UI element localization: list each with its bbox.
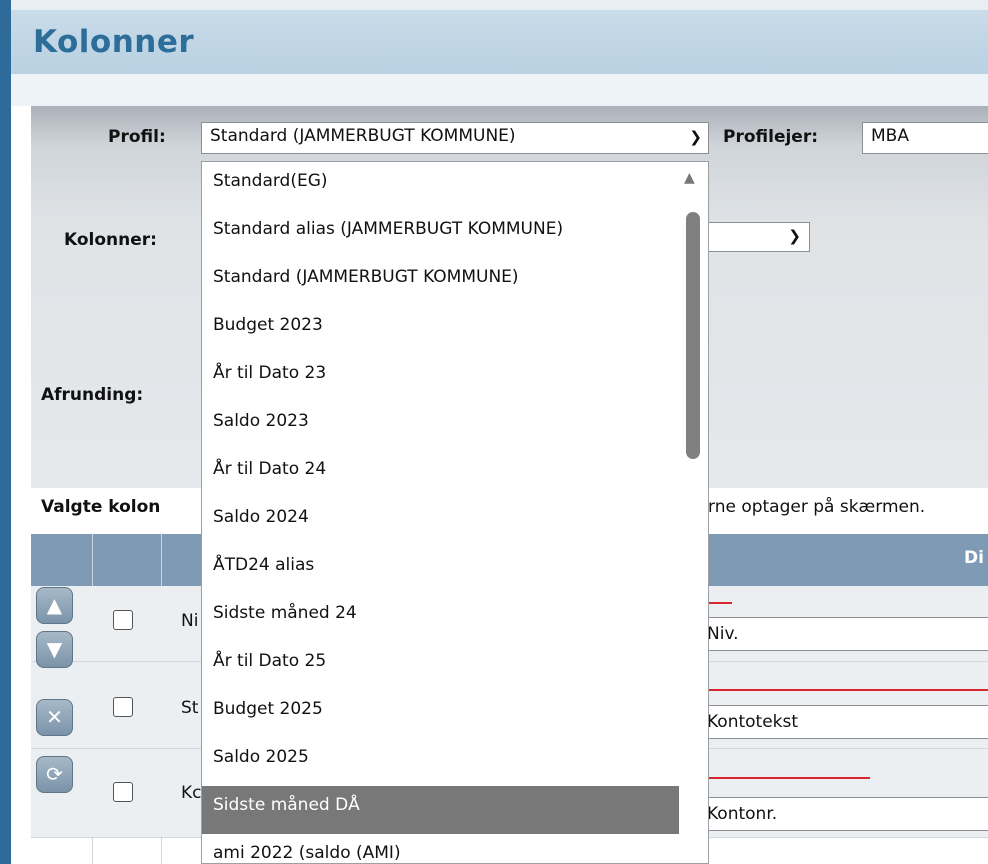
selected-columns-heading: Valgte kolon [41,497,161,517]
dropdown-option[interactable]: ÅTD24 alias [202,546,679,594]
title-bar: Kolonner [11,0,988,74]
dropdown-option[interactable]: Budget 2025 [202,690,679,738]
move-down-button[interactable]: ▼ [36,631,73,668]
dropdown-scrollbar[interactable]: ▲ [679,162,708,863]
dropdown-option[interactable]: ami 2022 (saldo (AMI) [202,834,679,863]
profilejer-label: Profilejer: [723,127,819,147]
row-name-input-value: Kontonr. [707,804,778,824]
dropdown-option-label: ami 2022 (saldo (AMI) [213,843,401,863]
dropdown-option-label: År til Dato 24 [213,459,327,479]
row-name: Ni [181,611,199,631]
profil-label: Profil: [108,127,166,147]
required-indicator [700,777,870,779]
separator-band [11,74,988,106]
scrollbar-thumb[interactable] [686,212,700,459]
arrow-down-icon: ▼ [46,637,63,661]
profilejer-value: MBA [871,126,909,146]
dropdown-option-label: Standard (JAMMERBUGT KOMMUNE) [213,267,519,287]
kolonner-label: Kolonner: [64,230,157,250]
profilejer-field[interactable]: MBA [862,122,988,154]
row-checkbox[interactable] [113,782,133,802]
dropdown-option[interactable]: Saldo 2025 [202,738,679,786]
row-name-input-value: Niv. [707,624,739,644]
move-up-button[interactable]: ▲ [36,587,73,624]
dropdown-option-label: Sidste måned 24 [213,603,357,623]
selected-columns-note: rne optager på skærmen. [708,497,926,517]
page-title: Kolonner [33,24,195,60]
dropdown-option[interactable]: Budget 2023 [202,306,679,354]
dropdown-option[interactable]: Sidste måned 24 [202,594,679,642]
dropdown-option[interactable]: Saldo 2024 [202,498,679,546]
dropdown-option-label: Saldo 2023 [213,411,309,431]
dropdown-option-label: Sidste måned DÅ [213,795,360,815]
profil-dropdown-list[interactable]: ami 2022 (saldo (AMI) Sidste måned DÅ Sald… [201,161,709,864]
dropdown-option-label: Budget 2025 [213,699,323,719]
arrow-up-icon: ▲ [46,593,63,617]
chevron-down-icon: ❯ [689,128,702,146]
dropdown-option-label: Standard alias (JAMMERBUGT KOMMUNE) [213,219,564,239]
dropdown-option[interactable]: Sidste måned DÅ [202,786,679,834]
row-name-input[interactable]: Niv. [700,617,988,651]
profil-select-value: Standard (JAMMERBUGT KOMMUNE) [210,126,516,146]
afrunding-label: Afrunding: [41,385,144,405]
scroll-up-arrow-icon[interactable]: ▲ [684,170,695,186]
remove-button[interactable]: ✕ [36,699,73,736]
dropdown-option[interactable]: År til Dato 25 [202,642,679,690]
dropdown-option-label: År til Dato 23 [213,363,327,383]
dropdown-option-label: Budget 2023 [213,315,323,335]
row-name: Kc [181,783,202,803]
dropdown-option[interactable]: År til Dato 23 [202,354,679,402]
dropdown-option[interactable]: Standard alias (JAMMERBUGT KOMMUNE) [202,210,679,258]
row-name-input[interactable]: Kontotekst [700,705,988,739]
dropdown-option-label: Saldo 2024 [213,507,309,527]
dropdown-option-label: ÅTD24 alias [213,555,315,575]
dropdown-option[interactable]: År til Dato 24 [202,450,679,498]
dropdown-option[interactable]: Standard(EG) [202,162,679,210]
row-name-input-value: Kontotekst [707,712,799,732]
reset-button[interactable]: ⟳ [36,756,73,793]
row-checkbox[interactable] [113,610,133,630]
required-indicator [700,689,988,691]
left-accent-bar [0,0,11,864]
close-icon: ✕ [46,705,63,729]
chevron-down-icon: ❯ [788,227,801,245]
dropdown-option-label: År til Dato 25 [213,651,327,671]
row-name: St [181,698,199,718]
refresh-icon: ⟳ [46,762,63,786]
profil-select[interactable]: Standard (JAMMERBUGT KOMMUNE) ❯ [201,122,709,154]
dropdown-option-label: Saldo 2025 [213,747,309,767]
dropdown-option[interactable]: Standard (JAMMERBUGT KOMMUNE) [202,258,679,306]
row-name-input[interactable]: Kontonr. [700,797,988,831]
header-cell-di: Di [964,548,984,568]
row-checkbox[interactable] [113,697,133,717]
dropdown-option[interactable]: Saldo 2023 [202,402,679,450]
dropdown-option-label: Standard(EG) [213,171,328,191]
